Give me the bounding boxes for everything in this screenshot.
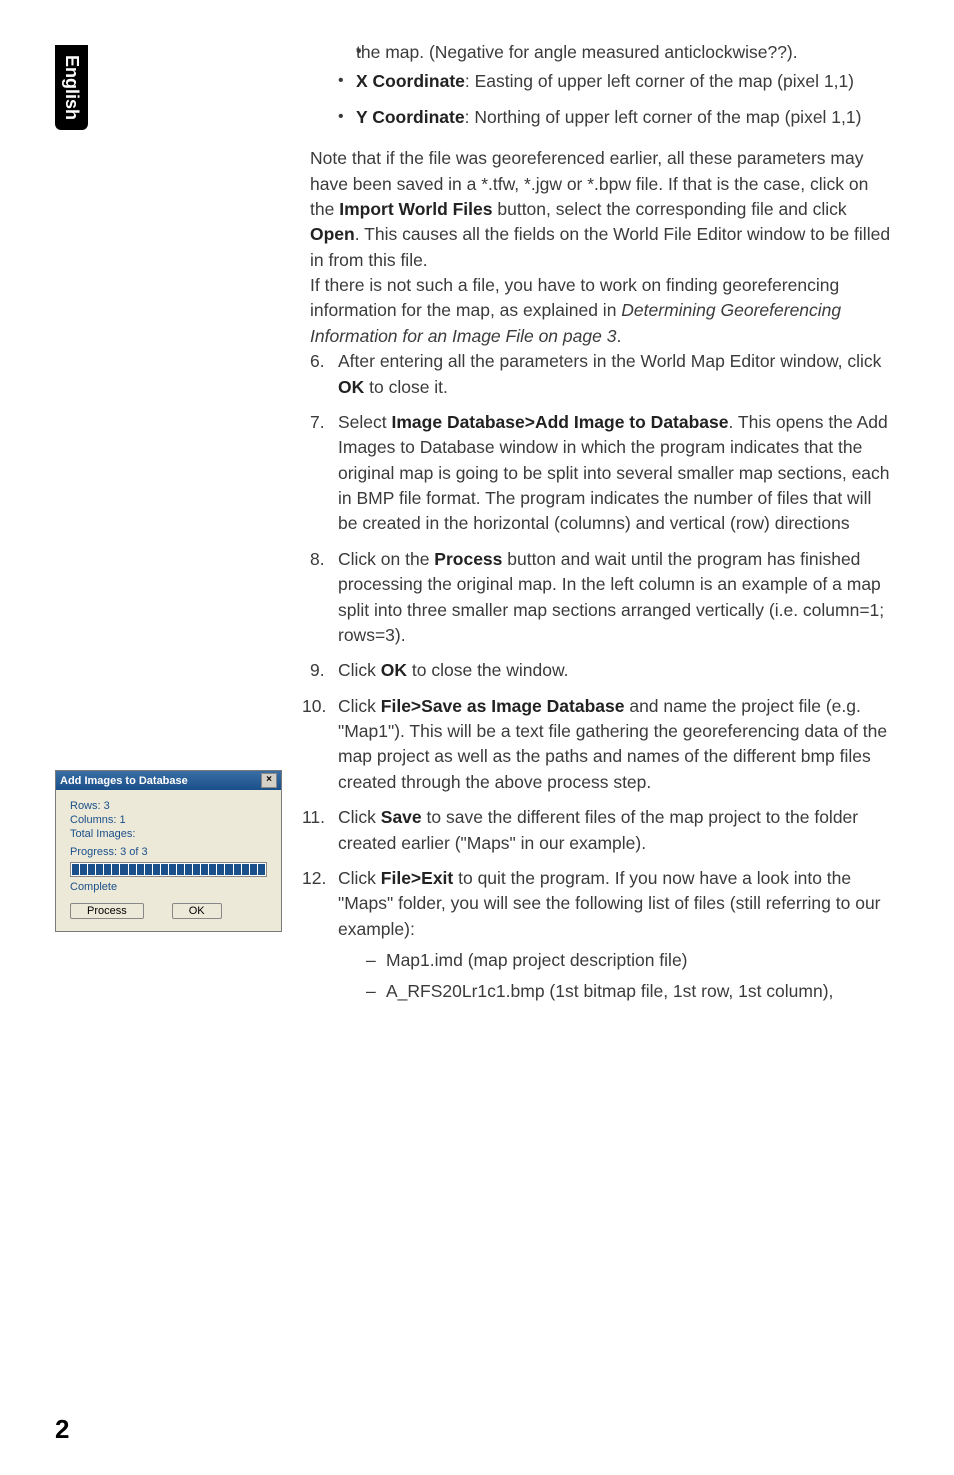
bullet-x-coordinate: X Coordinate: Easting of upper left corn… [338,69,895,94]
step-12: 12. Click File>Exit to quit the program.… [310,866,895,1005]
t: After entering all the parameters in the… [338,351,881,371]
file-item-2: A_RFS20Lr1c1.bmp (1st bitmap file, 1st r… [366,979,895,1004]
t: Click [338,868,381,888]
top-bullets: the map. (Negative for angle measured an… [338,40,895,65]
t: Click [338,807,381,827]
t: Click [338,660,381,680]
rows-label: Rows: 3 [70,800,267,812]
text: : Northing of upper left corner of the m… [465,107,862,127]
document-body: the map. (Negative for angle measured an… [310,40,895,1015]
t: . This causes all the fields on the Worl… [310,224,890,269]
page-number: 2 [55,1414,69,1445]
progress-bar [70,862,267,877]
total-images-label: Total Images: [70,828,267,840]
t: File>Save as Image Database [381,696,625,716]
num: 10. [302,694,326,719]
step-11: 11. Click Save to save the different fil… [310,805,895,856]
t: Click on the [338,549,434,569]
top-bullets-2: X Coordinate: Easting of upper left corn… [338,69,895,130]
dialog-buttons: Process OK [70,903,267,919]
t: OK [381,660,407,680]
columns-label: Columns: 1 [70,814,267,826]
text: the map. (Negative for angle measured an… [356,42,798,62]
ok-button[interactable]: OK [172,903,222,919]
dialog-body: Rows: 3 Columns: 1 Total Images: Progres… [56,790,281,931]
t: Open [310,224,355,244]
step-6: 6. After entering all the parameters in … [310,349,895,400]
t: Save [381,807,422,827]
t: . [616,326,621,346]
num: 8. [310,547,325,572]
add-images-dialog: Add Images to Database × Rows: 3 Columns… [55,770,282,932]
label: X Coordinate [356,71,465,91]
note-no-file: If there is not such a file, you have to… [310,273,895,349]
num: 7. [310,410,325,435]
t: button, select the corresponding file an… [493,199,847,219]
close-icon[interactable]: × [261,773,277,788]
num: 11. [302,805,325,830]
side-tab-english: English [55,45,88,130]
num: 12. [302,866,326,891]
step-9: 9. Click OK to close the window. [310,658,895,683]
t: Click [338,696,381,716]
bullet-y-coordinate: Y Coordinate: Northing of upper left cor… [338,105,895,130]
num: 6. [310,349,325,374]
progress-label: Progress: 3 of 3 [70,846,267,858]
t: to close it. [364,377,448,397]
continuation-line: the map. (Negative for angle measured an… [356,40,895,65]
numbered-steps: 6. After entering all the parameters in … [310,349,895,1005]
dialog-title: Add Images to Database [60,775,188,787]
step-10: 10. Click File>Save as Image Database an… [310,694,895,796]
t: Import World Files [339,199,492,219]
label: Y Coordinate [356,107,465,127]
text: : Easting of upper left corner of the ma… [465,71,854,91]
t: Process [434,549,502,569]
num: 9. [310,658,325,683]
complete-label: Complete [70,881,267,893]
t: Select [338,412,392,432]
step-7: 7. Select Image Database>Add Image to Da… [310,410,895,537]
t: OK [338,377,364,397]
file-list: Map1.imd (map project description file) … [366,948,895,1005]
t: File>Exit [381,868,453,888]
t: to close the window. [407,660,568,680]
t: Image Database>Add Image to Database [392,412,729,432]
note-georef: Note that if the file was georeferenced … [310,146,895,273]
file-item-1: Map1.imd (map project description file) [366,948,895,973]
process-button[interactable]: Process [70,903,144,919]
dialog-titlebar: Add Images to Database × [56,771,281,790]
step-8: 8. Click on the Process button and wait … [310,547,895,649]
